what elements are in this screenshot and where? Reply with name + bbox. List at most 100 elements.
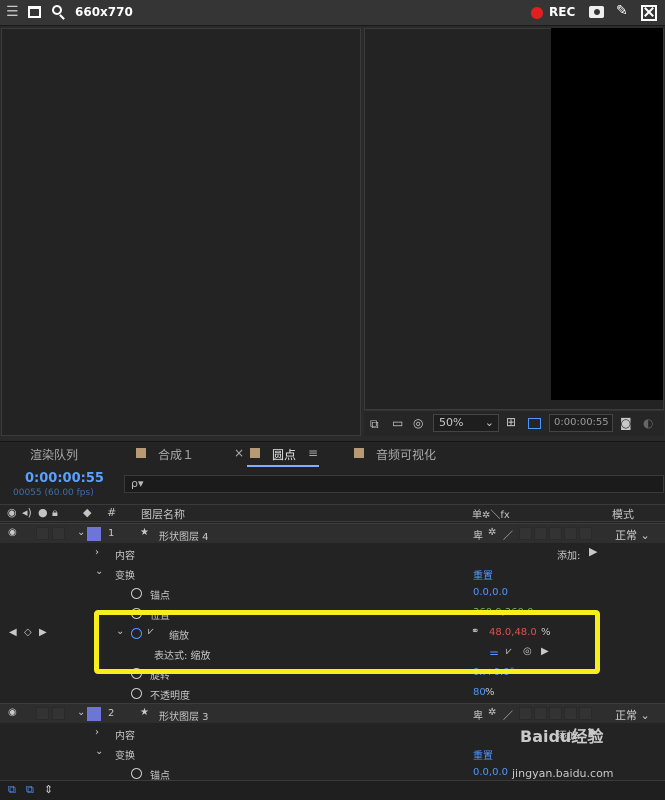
tab-render-queue[interactable]: 渲染队列 bbox=[30, 446, 78, 463]
search-input[interactable]: ρ▾ bbox=[124, 475, 664, 493]
comp-icon bbox=[354, 448, 364, 458]
motion-blur-toggle[interactable] bbox=[534, 707, 547, 720]
lock-toggle[interactable] bbox=[52, 707, 65, 720]
quality-icon[interactable]: ／ bbox=[503, 707, 513, 722]
adjustment-toggle[interactable] bbox=[549, 707, 562, 720]
collapse-icon[interactable]: ✲ bbox=[488, 707, 496, 718]
eye-icon[interactable]: ◉ bbox=[8, 527, 17, 538]
fx-toggle[interactable] bbox=[519, 527, 532, 540]
column-layer-name[interactable]: 图层名称 bbox=[141, 506, 185, 522]
recorder-toolbar: ☰ 660x770 REC ✎ bbox=[0, 0, 665, 26]
motion-blur-toggle[interactable] bbox=[534, 527, 547, 540]
shy-icon[interactable]: 卑 bbox=[473, 707, 483, 722]
panel-menu-icon[interactable]: ≡ bbox=[308, 446, 318, 460]
eye-icon[interactable]: ◉ bbox=[7, 506, 17, 519]
stopwatch-icon[interactable] bbox=[131, 588, 142, 599]
layer-name[interactable]: 形状图层 3 bbox=[159, 708, 209, 723]
solo-icon[interactable]: ● bbox=[38, 506, 48, 519]
3d-toggle[interactable] bbox=[564, 707, 577, 720]
always-preview-icon[interactable]: ⧉ bbox=[370, 417, 379, 432]
baidu-watermark: Baidu经验 bbox=[520, 727, 604, 746]
camera-lens bbox=[594, 9, 600, 15]
anchor-value[interactable]: 0.0,0.0 bbox=[473, 587, 508, 598]
record-icon[interactable] bbox=[531, 7, 543, 19]
zoom-value: 50% bbox=[439, 416, 464, 429]
reset-link[interactable]: 重置 bbox=[473, 567, 493, 582]
chevron-down-icon: ⌄ bbox=[484, 416, 494, 429]
adjustment-toggle[interactable] bbox=[549, 527, 562, 540]
toggle-switches-icon[interactable]: ⧉ bbox=[26, 783, 34, 797]
mask-icon[interactable]: ◎ bbox=[413, 416, 423, 430]
solo-toggle[interactable] bbox=[36, 527, 49, 540]
layer-name[interactable]: 形状图层 4 bbox=[159, 528, 209, 543]
extra-toggle[interactable] bbox=[579, 527, 592, 540]
watermark-url: jingyan.baidu.com bbox=[512, 767, 614, 780]
blend-mode-select[interactable]: 正常 ⌄ bbox=[615, 527, 650, 543]
quality-icon[interactable]: ／ bbox=[503, 527, 513, 542]
grid-icon[interactable]: ⊞ bbox=[506, 415, 516, 429]
blend-mode-value: 正常 bbox=[615, 529, 637, 542]
comp-flowchart-icon[interactable]: ⧉ bbox=[8, 783, 16, 797]
property-content[interactable]: › 内容 添加: ▶ bbox=[0, 543, 665, 563]
search-placeholder: ρ▾ bbox=[131, 477, 144, 490]
lock-toggle[interactable] bbox=[52, 527, 65, 540]
reset-link[interactable]: 重置 bbox=[473, 747, 493, 762]
content-label: 内容 bbox=[115, 551, 135, 562]
stopwatch-icon[interactable] bbox=[131, 768, 142, 779]
pen-icon[interactable]: ✎ bbox=[616, 3, 628, 19]
shy-icon[interactable]: 卑 bbox=[473, 527, 483, 542]
tab-comp1[interactable]: 合成１ bbox=[158, 446, 194, 463]
snapshot-icon[interactable]: ◙ bbox=[620, 416, 632, 430]
tab-audio-visual[interactable]: 音频可视化 bbox=[376, 446, 436, 463]
label-color[interactable] bbox=[87, 527, 101, 541]
chevron-down-icon[interactable]: ⌄ bbox=[77, 527, 85, 538]
3d-toggle[interactable] bbox=[564, 527, 577, 540]
search-icon-handle bbox=[59, 14, 65, 20]
eye-icon[interactable]: ◉ bbox=[8, 707, 17, 718]
zoom-select[interactable]: 50% ⌄ bbox=[433, 414, 499, 432]
stopwatch-icon[interactable] bbox=[131, 688, 142, 699]
switches-column[interactable]: 单✲＼fx bbox=[472, 506, 510, 521]
anchor-value[interactable]: 0.0,0.0 bbox=[473, 767, 508, 778]
tab-close-icon[interactable]: × bbox=[234, 446, 244, 460]
window-icon[interactable] bbox=[28, 6, 41, 18]
chevron-down-icon[interactable]: ⌄ bbox=[77, 707, 85, 718]
fx-toggle[interactable] bbox=[519, 707, 532, 720]
next-keyframe-icon[interactable]: ▶ bbox=[39, 627, 47, 638]
chevron-down-icon[interactable]: ⌄ bbox=[95, 746, 103, 757]
project-panel bbox=[1, 28, 361, 436]
region-icon[interactable] bbox=[528, 418, 541, 429]
property-opacity[interactable]: 不透明度 80 % bbox=[0, 683, 665, 703]
add-button-icon[interactable]: ▶ bbox=[589, 545, 597, 558]
composition-canvas[interactable] bbox=[551, 28, 663, 400]
current-time[interactable]: 0:00:00:55 bbox=[25, 471, 104, 486]
collapse-icon[interactable]: ✲ bbox=[488, 527, 496, 538]
extra-toggle[interactable] bbox=[579, 707, 592, 720]
menu-icon[interactable]: ☰ bbox=[6, 4, 19, 20]
tab-dots[interactable]: 圆点 bbox=[272, 446, 296, 463]
label-color[interactable] bbox=[87, 707, 101, 721]
property-transform[interactable]: ⌄ 变换 重置 bbox=[0, 563, 665, 583]
capture-size: 660x770 bbox=[75, 5, 133, 19]
timeline-status-bar: ⧉ ⧉ ⇕ bbox=[0, 780, 665, 800]
keyframe-icon[interactable]: ◇ bbox=[24, 627, 32, 638]
rec-button-label[interactable]: REC bbox=[549, 5, 575, 19]
property-anchor[interactable]: 锚点 0.0,0.0 bbox=[0, 583, 665, 603]
solo-toggle[interactable] bbox=[36, 707, 49, 720]
blend-mode-select[interactable]: 正常 ⌄ bbox=[615, 707, 650, 723]
label-tag-icon[interactable]: ◆ bbox=[83, 506, 91, 519]
opacity-value[interactable]: 80 bbox=[473, 687, 486, 698]
column-mode[interactable]: 模式 bbox=[612, 506, 634, 522]
prev-keyframe-icon[interactable]: ◀ bbox=[9, 627, 17, 638]
chevron-right-icon[interactable]: › bbox=[95, 547, 99, 558]
layer-row-2[interactable]: ◉ ⌄ 2 ★ 形状图层 3 卑 ✲ ／ 正常 ⌄ bbox=[0, 703, 665, 723]
show-snapshot-icon[interactable]: ◐ bbox=[643, 416, 653, 430]
lock-icon[interactable]: 🔒︎ bbox=[52, 506, 58, 520]
monitor-icon[interactable]: ▭ bbox=[392, 416, 403, 430]
viewer-timecode[interactable]: 0:00:00:55 bbox=[549, 414, 613, 432]
chevron-down-icon[interactable]: ⌄ bbox=[95, 566, 103, 577]
toggle-modes-icon[interactable]: ⇕ bbox=[44, 783, 53, 796]
layer-row-1[interactable]: ◉ ⌄ 1 ★ 形状图层 4 卑 ✲ ／ 正常 ⌄ bbox=[0, 523, 665, 543]
audio-icon[interactable]: ◂) bbox=[22, 506, 32, 519]
chevron-right-icon[interactable]: › bbox=[95, 727, 99, 738]
